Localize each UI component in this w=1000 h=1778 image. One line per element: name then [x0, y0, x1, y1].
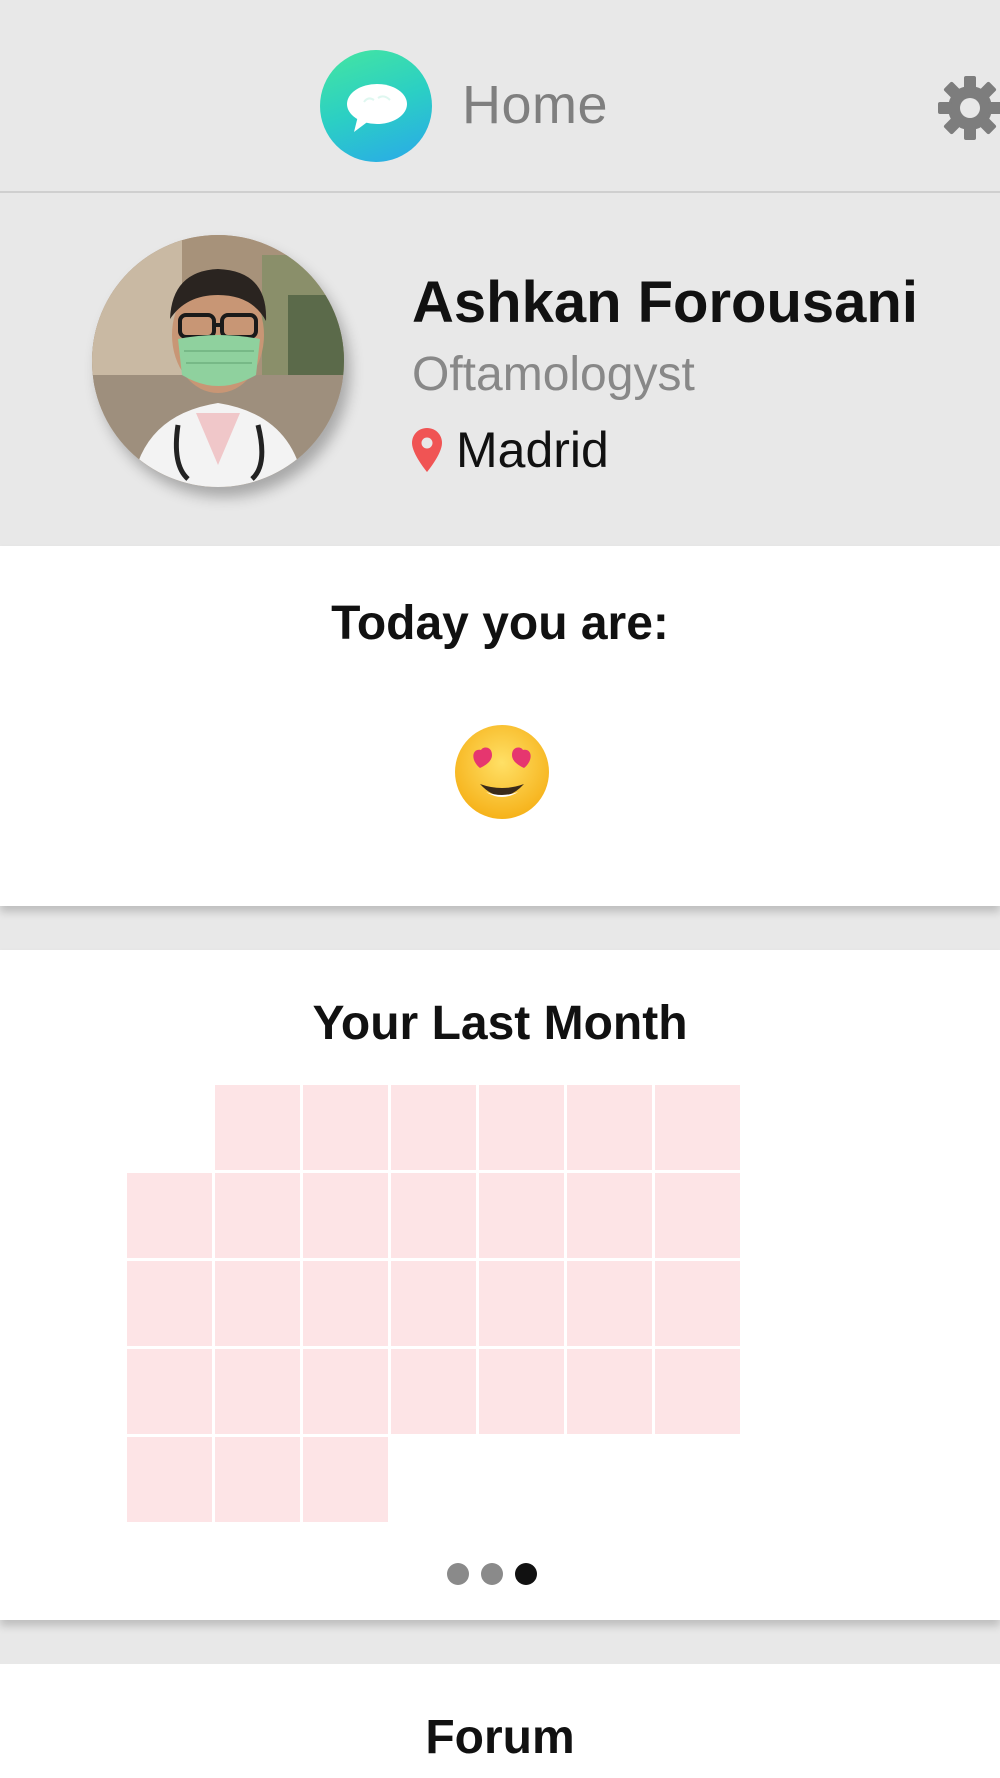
calendar-day-cell[interactable]: [303, 1349, 388, 1434]
avatar[interactable]: [92, 235, 344, 487]
location-pin-icon: [412, 428, 442, 472]
calendar-day-cell[interactable]: [479, 1173, 564, 1258]
calendar-day-cell[interactable]: [655, 1349, 740, 1434]
profile-city: Madrid: [456, 422, 609, 478]
calendar-day-cell[interactable]: [391, 1085, 476, 1170]
calendar-day-cell[interactable]: [479, 1349, 564, 1434]
calendar-day-cell[interactable]: [655, 1173, 740, 1258]
carousel-pager: [447, 1563, 537, 1585]
calendar-day-cell[interactable]: [479, 1261, 564, 1346]
forum-title: Forum: [425, 1711, 575, 1764]
calendar-day-cell[interactable]: [127, 1173, 212, 1258]
calendar-day-cell[interactable]: [303, 1173, 388, 1258]
calendar-day-cell[interactable]: [391, 1261, 476, 1346]
profile-name: Ashkan Forousani: [412, 270, 918, 335]
today-mood-title: Today you are:: [331, 597, 669, 650]
pager-dot[interactable]: [447, 1563, 469, 1585]
calendar-day-cell[interactable]: [655, 1261, 740, 1346]
calendar-day-cell[interactable]: [567, 1173, 652, 1258]
settings-gear-icon[interactable]: [938, 76, 1000, 140]
calendar-day-cell[interactable]: [303, 1437, 388, 1522]
calendar-day-cell[interactable]: [655, 1085, 740, 1170]
calendar-day-cell[interactable]: [567, 1085, 652, 1170]
pager-dot[interactable]: [481, 1563, 503, 1585]
calendar-day-cell[interactable]: [303, 1085, 388, 1170]
heart-eyes-emoji-icon[interactable]: [452, 722, 552, 822]
calendar-day-cell[interactable]: [391, 1349, 476, 1434]
page-title: Home: [462, 75, 609, 135]
last-month-title: Your Last Month: [312, 997, 688, 1050]
calendar-day-cell[interactable]: [127, 1349, 212, 1434]
forum-card[interactable]: Forum: [0, 1664, 1000, 1778]
calendar-day-cell[interactable]: [215, 1085, 300, 1170]
profile-section: Ashkan Forousani Oftamologyst Madrid: [0, 193, 1000, 543]
calendar-day-cell[interactable]: [215, 1349, 300, 1434]
calendar-day-cell[interactable]: [479, 1085, 564, 1170]
app-header: Home: [0, 0, 1000, 193]
calendar-day-cell[interactable]: [303, 1261, 388, 1346]
calendar-day-cell[interactable]: [127, 1437, 212, 1522]
calendar-day-cell[interactable]: [391, 1173, 476, 1258]
home-screen: Home Ashkan Forousani Oftamologyst Madri…: [0, 0, 1000, 1778]
profile-role: Oftamologyst: [412, 348, 695, 401]
calendar-day-cell[interactable]: [127, 1261, 212, 1346]
calendar-day-cell[interactable]: [567, 1349, 652, 1434]
calendar-day-cell[interactable]: [567, 1261, 652, 1346]
profile-location: Madrid: [412, 421, 609, 479]
app-logo-icon[interactable]: [320, 50, 432, 162]
pager-dot-active[interactable]: [515, 1563, 537, 1585]
calendar-day-cell[interactable]: [215, 1173, 300, 1258]
calendar-day-cell[interactable]: [215, 1437, 300, 1522]
calendar-day-cell[interactable]: [215, 1261, 300, 1346]
